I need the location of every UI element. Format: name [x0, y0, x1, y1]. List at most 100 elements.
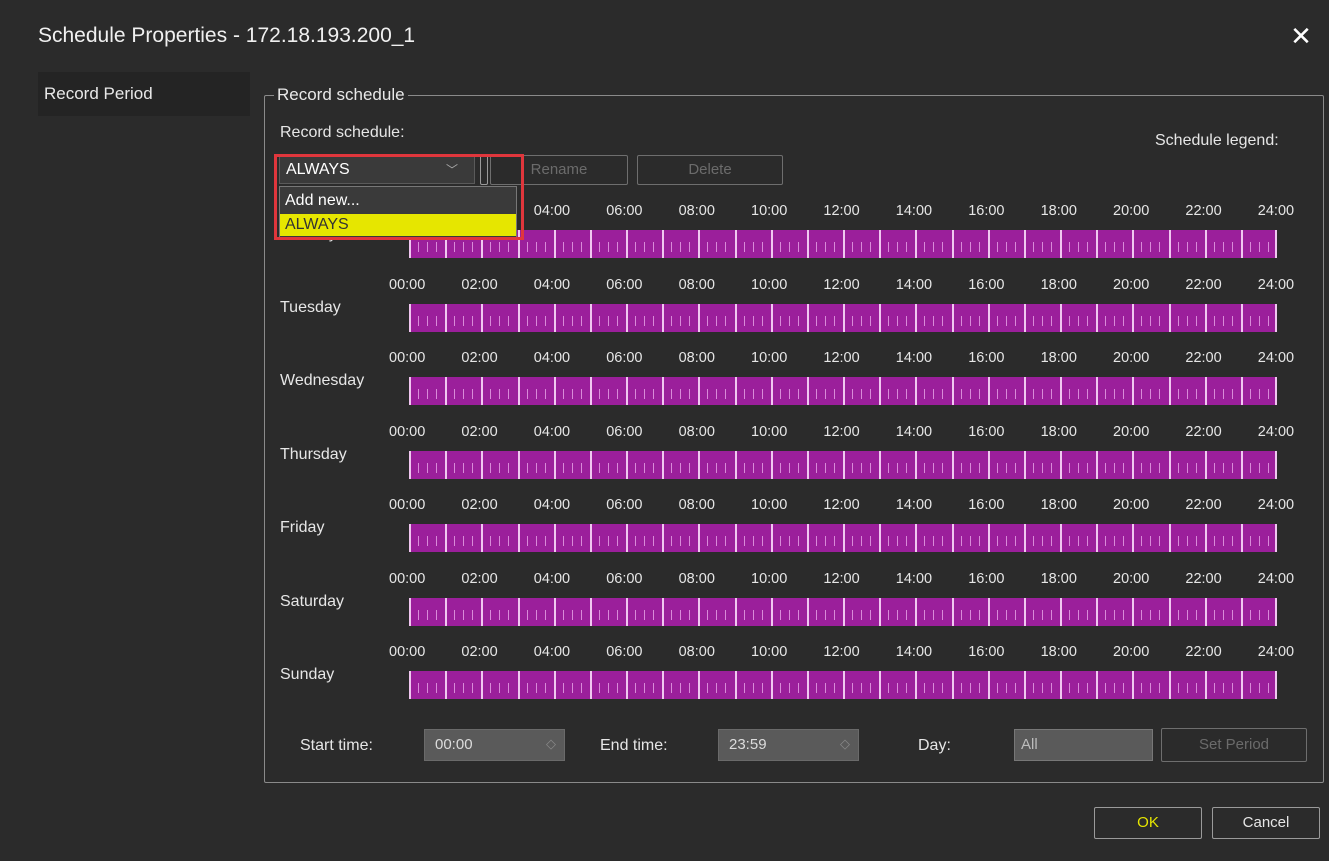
- time-tick-label: 04:00: [533, 350, 571, 366]
- start-time-input[interactable]: 00:00 ◇: [424, 729, 565, 761]
- quarter-tick: [1159, 462, 1161, 473]
- quarter-tick: [996, 389, 998, 399]
- delete-button[interactable]: Delete: [637, 155, 783, 185]
- quarter-tick: [978, 536, 980, 546]
- schedule-bar-friday[interactable]: [409, 524, 1277, 552]
- quarter-tick: [1159, 609, 1161, 620]
- hour-divider: [1168, 377, 1171, 405]
- quarter-tick: [852, 609, 854, 620]
- hour-divider: [626, 303, 628, 332]
- quarter-tick: [1222, 389, 1224, 399]
- quarter-tick: [535, 609, 537, 620]
- hour-divider: [1060, 524, 1062, 552]
- schedule-bar-saturday[interactable]: [409, 597, 1277, 626]
- quarter-tick: [616, 389, 618, 399]
- time-tick-label: 12:00: [823, 644, 860, 660]
- schedule-bar-sunday[interactable]: [409, 671, 1277, 699]
- quarter-tick: [508, 536, 510, 546]
- quarter-tick: [906, 242, 908, 252]
- quarter-tick: [1032, 389, 1034, 399]
- schedule-bar-thursday[interactable]: [409, 450, 1277, 479]
- quarter-tick: [824, 315, 826, 326]
- quarter-tick: [797, 242, 799, 252]
- quarter-tick: [779, 536, 781, 546]
- quarter-tick: [571, 609, 573, 620]
- time-tick-label: 12:00: [823, 203, 860, 219]
- hour-divider: [770, 597, 773, 626]
- hour-divider: [1240, 671, 1243, 699]
- sidebar-item-record-period[interactable]: Record Period: [38, 72, 250, 116]
- quarter-tick: [942, 242, 944, 252]
- hour-divider: [698, 230, 701, 258]
- quarter-tick: [427, 462, 429, 473]
- record-schedule-label: Record schedule:: [280, 124, 405, 141]
- quarter-tick: [1014, 683, 1016, 693]
- quarter-tick: [960, 389, 962, 399]
- quarter-tick: [562, 389, 564, 399]
- quarter-tick: [1258, 683, 1260, 693]
- quarter-tick: [942, 683, 944, 693]
- hour-divider: [1132, 377, 1135, 405]
- quarter-tick: [969, 462, 971, 473]
- hour-divider: [951, 597, 954, 626]
- quarter-tick: [1159, 536, 1161, 546]
- quarter-tick: [1114, 389, 1116, 399]
- quarter-tick: [1087, 683, 1089, 693]
- quarter-tick: [942, 462, 944, 473]
- quarter-tick: [544, 683, 546, 693]
- quarter-tick: [499, 609, 501, 620]
- hour-divider: [481, 524, 484, 552]
- schedule-bar-monday[interactable]: [409, 230, 1277, 258]
- quarter-tick: [436, 315, 438, 326]
- quarter-tick: [562, 462, 564, 473]
- quarter-tick: [969, 315, 971, 326]
- quarter-tick: [1105, 389, 1107, 399]
- quarter-tick: [653, 242, 655, 252]
- hour-divider: [626, 450, 628, 479]
- quarter-tick: [1005, 536, 1007, 546]
- time-tick-label: 24:00: [1257, 350, 1295, 366]
- quarter-tick: [1014, 242, 1016, 252]
- quarter-tick: [1005, 462, 1007, 473]
- hour-divider: [517, 450, 520, 479]
- quarter-tick: [960, 462, 962, 473]
- set-period-button[interactable]: Set Period: [1161, 728, 1307, 762]
- schedule-bar-tuesday[interactable]: [409, 303, 1277, 332]
- quarter-tick: [1222, 536, 1224, 546]
- quarter-tick: [761, 683, 763, 693]
- hour-divider: [987, 524, 990, 552]
- time-tick-label: 06:00: [606, 350, 643, 366]
- quarter-tick: [870, 462, 872, 473]
- hour-divider: [734, 450, 737, 479]
- group-legend: Record schedule: [274, 85, 408, 105]
- ok-button[interactable]: OK: [1094, 807, 1202, 839]
- quarter-tick: [761, 609, 763, 620]
- quarter-tick: [1041, 242, 1043, 252]
- quarter-tick: [942, 536, 944, 546]
- close-icon[interactable]: ✕: [1287, 22, 1315, 50]
- quarter-tick: [996, 536, 998, 546]
- quarter-tick: [1186, 536, 1188, 546]
- hour-divider: [1168, 450, 1171, 479]
- hour-divider: [409, 524, 411, 552]
- quarter-tick: [1032, 462, 1034, 473]
- quarter-tick: [598, 389, 600, 399]
- hour-divider: [1275, 230, 1277, 258]
- hour-divider: [1023, 671, 1026, 699]
- hour-divider: [1023, 377, 1026, 405]
- quarter-tick: [861, 462, 863, 473]
- quarter-tick: [861, 389, 863, 399]
- day-select[interactable]: All: [1014, 729, 1153, 761]
- schedule-bar-wednesday[interactable]: [409, 377, 1277, 405]
- quarter-tick: [644, 315, 646, 326]
- end-time-input[interactable]: 23:59 ◇: [718, 729, 859, 761]
- quarter-tick: [571, 315, 573, 326]
- quarter-tick: [1177, 315, 1179, 326]
- time-tick-label: 10:00: [751, 276, 788, 293]
- quarter-tick: [689, 242, 691, 252]
- time-tick-label: 02:00: [461, 570, 498, 587]
- cancel-button[interactable]: Cancel: [1212, 807, 1320, 839]
- time-tick-label: 20:00: [1113, 276, 1150, 293]
- quarter-tick: [544, 536, 546, 546]
- quarter-tick: [1213, 389, 1215, 399]
